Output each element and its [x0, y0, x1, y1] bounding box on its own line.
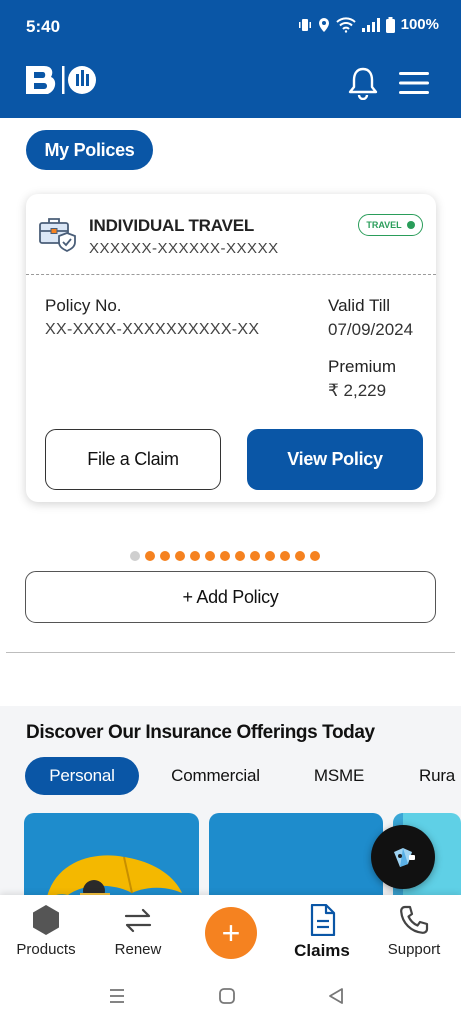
premium-label: Premium — [328, 357, 397, 376]
section-divider — [6, 652, 455, 653]
nav-renew[interactable]: Renew — [93, 903, 183, 958]
chat-bot-icon — [394, 848, 415, 867]
back-icon[interactable] — [327, 987, 345, 1005]
pagination-dot[interactable] — [265, 551, 275, 561]
app-header: 5:40 100% — [0, 0, 461, 118]
valid-till-label: Valid Till — [328, 296, 391, 315]
card-divider — [26, 274, 436, 275]
view-policy-button[interactable]: View Policy — [247, 429, 423, 490]
bell-icon[interactable] — [347, 66, 379, 100]
tab-personal[interactable]: Personal — [25, 757, 139, 795]
bottom-navigation: Products Renew + Claims Support — [0, 895, 461, 967]
policy-product-name: INDIVIDUAL TRAVEL — [89, 216, 255, 235]
nav-products-label: Products — [16, 941, 76, 958]
pagination-dot[interactable] — [145, 551, 155, 561]
pagination-dot[interactable] — [130, 551, 140, 561]
nav-products[interactable]: Products — [1, 903, 91, 958]
policy-card: INDIVIDUAL TRAVEL XXXXXX-XXXXXX-XXXXX TR… — [26, 194, 436, 502]
file-claim-button[interactable]: File a Claim — [45, 429, 221, 490]
renew-arrows-icon — [124, 908, 152, 933]
chat-assistant-button[interactable] — [371, 825, 435, 889]
document-icon — [310, 904, 336, 936]
brand-logo[interactable] — [24, 64, 100, 98]
pagination-dot[interactable] — [160, 551, 170, 561]
active-status-dot — [406, 221, 415, 229]
battery-icon — [385, 16, 395, 33]
status-time: 5:40 — [26, 17, 61, 36]
hexagon-icon — [33, 905, 59, 935]
nav-claims[interactable]: Claims — [277, 903, 367, 961]
pagination-dot[interactable] — [205, 551, 215, 561]
system-navigation-bar — [0, 967, 461, 1024]
travel-briefcase-icon — [39, 218, 76, 252]
pagination-dot[interactable] — [235, 551, 245, 561]
discover-heading: Discover Our Insurance Offerings Today — [26, 722, 375, 743]
policy-no-label: Policy No. — [45, 296, 122, 315]
battery-level: 100% — [400, 16, 439, 33]
hamburger-menu-icon[interactable] — [399, 71, 429, 95]
my-policies-pill[interactable]: My Polices — [26, 130, 153, 170]
tab-commercial[interactable]: Commercial — [163, 757, 268, 795]
policy-type-badge-label: TRAVEL — [366, 220, 402, 230]
tab-msme[interactable]: MSME — [306, 757, 372, 795]
policy-no-value: XX-XXXX-XXXXXXXXXX-XX — [45, 321, 260, 338]
add-policy-button[interactable]: + Add Policy — [25, 571, 436, 623]
location-icon — [318, 17, 329, 32]
valid-till-value: 07/09/2024 — [328, 320, 414, 339]
carousel-pagination — [130, 551, 320, 561]
phone-icon — [400, 905, 429, 934]
vibrate-icon — [298, 18, 311, 31]
tab-rural[interactable]: Rura — [412, 757, 461, 795]
recent-apps-icon[interactable] — [108, 987, 126, 1005]
nav-support-label: Support — [387, 941, 441, 958]
nav-support[interactable]: Support — [369, 903, 459, 958]
wifi-icon — [335, 16, 356, 33]
status-bar: 5:40 100% — [0, 0, 461, 56]
policy-masked-id: XXXXXX-XXXXXX-XXXXX — [89, 240, 279, 257]
pagination-dot[interactable] — [220, 551, 230, 561]
pagination-dot[interactable] — [250, 551, 260, 561]
signal-icon — [361, 17, 380, 32]
pagination-dot[interactable] — [190, 551, 200, 561]
premium-value: ₹ 2,229 — [328, 381, 387, 400]
plus-icon[interactable]: + — [205, 907, 257, 959]
nav-renew-label: Renew — [114, 941, 162, 958]
nav-claims-label: Claims — [294, 941, 350, 960]
pagination-dot[interactable] — [175, 551, 185, 561]
pagination-dot[interactable] — [310, 551, 320, 561]
policy-type-badge: TRAVEL — [358, 214, 423, 236]
status-icons: 100% — [298, 16, 439, 33]
pagination-dot[interactable] — [295, 551, 305, 561]
home-icon[interactable] — [218, 987, 236, 1005]
pagination-dot[interactable] — [280, 551, 290, 561]
